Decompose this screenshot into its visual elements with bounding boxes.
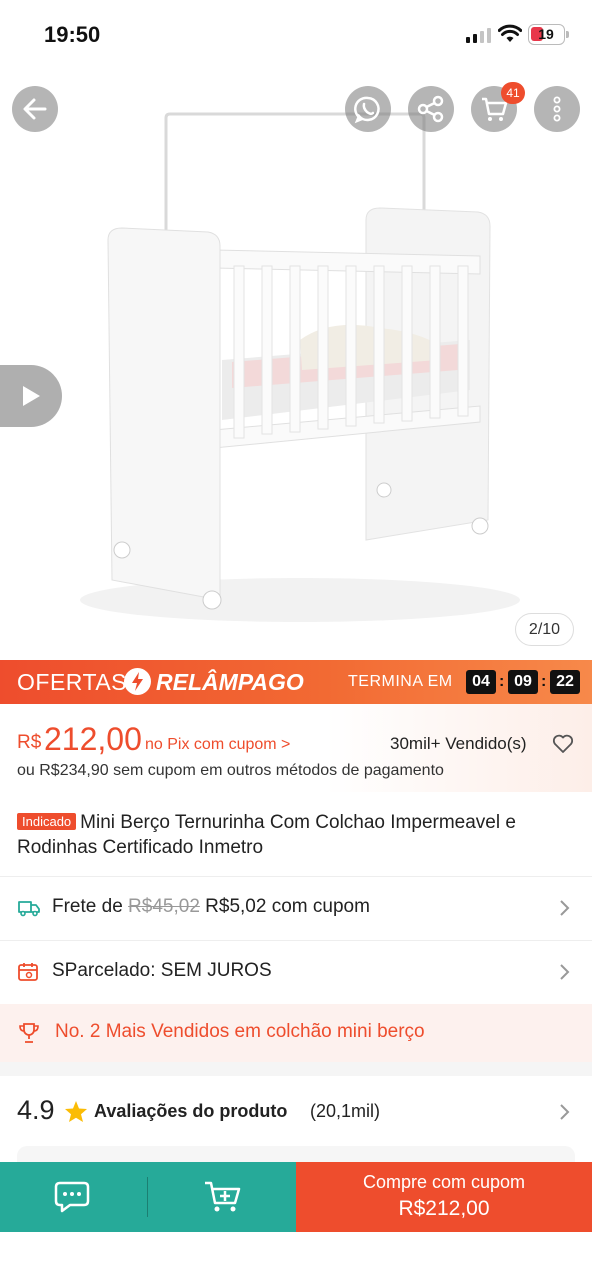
chevron-right-icon — [560, 900, 570, 916]
buy-with-coupon-button[interactable]: Compre com cupom R$212,00 — [296, 1162, 592, 1232]
product-title-block: Indicado Mini Berço Ternurinha Com Colcha… — [0, 800, 592, 860]
buy-button-price: R$212,00 — [398, 1197, 490, 1220]
product-rating-row[interactable]: 4.9 Avaliações do produto (20,1mil) — [0, 1076, 592, 1146]
countdown-minutes: 09 — [508, 670, 538, 694]
add-to-cart-button[interactable] — [203, 1179, 243, 1220]
shipping-prefix: Frete de — [52, 896, 123, 917]
whatsapp-icon — [354, 96, 380, 124]
buy-button-label: Compre com cupom — [362, 1172, 526, 1192]
share-icon — [417, 95, 444, 123]
status-time: 19:50 — [44, 22, 101, 47]
chat-button[interactable] — [54, 1179, 94, 1220]
installments-row[interactable]: SParcelado: SEM JUROS — [0, 941, 592, 1003]
add-to-cart-icon — [205, 1181, 241, 1212]
flash-sale-label-right: RELÂMPAGO — [156, 669, 304, 695]
countdown-seconds: 22 — [550, 670, 580, 694]
share-button[interactable] — [408, 86, 454, 132]
chevron-right-icon — [560, 1104, 570, 1120]
shipping-old-price: R$45,02 — [128, 896, 200, 917]
alt-payment-price: ou R$234,90 sem cupom em outros métodos … — [17, 762, 444, 779]
countdown-hours: 04 — [466, 670, 496, 694]
favorite-heart-icon[interactable] — [552, 734, 574, 754]
product-image — [80, 112, 520, 622]
price-value: 212,00 — [44, 721, 142, 757]
cart-count-badge: 41 — [501, 82, 525, 104]
installments-text: SParcelado: SEM JUROS — [52, 960, 272, 981]
flash-bolt-icon — [124, 668, 151, 695]
countdown-separator: : — [499, 673, 505, 690]
sold-count: 30mil+ Vendido(s) — [390, 734, 527, 753]
bottom-bar-separator — [147, 1177, 148, 1217]
rating-score: 4.9 — [17, 1095, 55, 1125]
home-indicator-area — [0, 1232, 592, 1280]
back-arrow-icon — [23, 98, 47, 120]
more-options-button[interactable] — [534, 86, 580, 132]
bottom-action-bar: Compre com cupom R$212,00 — [0, 1162, 592, 1232]
battery-icon: 19 — [528, 24, 569, 45]
shipping-row[interactable]: Frete de R$45,02 R$5,02 com cupom — [0, 877, 592, 939]
truck-icon — [18, 901, 40, 917]
trophy-icon — [19, 1023, 39, 1043]
price-currency: R$ — [17, 732, 42, 753]
bestseller-rank-text: No. 2 Mais Vendidos em colchão mini berç… — [55, 1021, 425, 1042]
section-gap — [0, 1062, 592, 1076]
flash-sale-banner[interactable]: OFERTAS RELÂMPAGO TERMINA EM 04 : 09 : 2… — [0, 660, 592, 704]
price-section: R$ 212,00 no Pix com cupom > 30mil+ Vend… — [0, 704, 592, 792]
bestseller-rank-row[interactable]: No. 2 Mais Vendidos em colchão mini berç… — [0, 1004, 592, 1062]
more-vertical-icon — [553, 96, 561, 122]
back-button[interactable] — [12, 86, 58, 132]
chat-icon — [54, 1181, 90, 1213]
product-image-gallery[interactable]: 41 2/10 — [0, 70, 592, 660]
battery-level: 19 — [538, 26, 554, 42]
status-bar: 19:50 19 — [0, 0, 592, 70]
recommended-badge: Indicado — [17, 813, 77, 830]
cart-button[interactable]: 41 — [471, 82, 525, 132]
product-title: Mini Berço Ternurinha Com Colchao Imperm… — [17, 812, 516, 858]
countdown-separator: : — [541, 673, 547, 690]
rating-label: Avaliações do produto — [94, 1101, 288, 1121]
cellular-signal-icon — [466, 28, 491, 43]
bottom-bar-left — [0, 1162, 296, 1232]
shipping-new-price: R$5,02 com cupom — [205, 896, 370, 917]
flash-sale-ends-label: TERMINA EM — [348, 673, 453, 690]
payment-calendar-icon — [18, 963, 38, 981]
pix-coupon-link[interactable]: no Pix com cupom > — [145, 736, 290, 754]
play-video-button[interactable] — [0, 365, 62, 427]
flash-sale-label-left: OFERTAS — [17, 669, 127, 695]
image-page-counter: 2/10 — [515, 613, 574, 646]
wifi-icon — [498, 24, 522, 42]
shipping-text: Frete de R$45,02 R$5,02 com cupom — [52, 896, 370, 918]
star-icon — [65, 1101, 87, 1122]
chevron-right-icon — [560, 964, 570, 980]
rating-count: (20,1mil) — [310, 1101, 381, 1121]
whatsapp-share-button[interactable] — [345, 86, 391, 132]
play-icon — [23, 386, 40, 406]
